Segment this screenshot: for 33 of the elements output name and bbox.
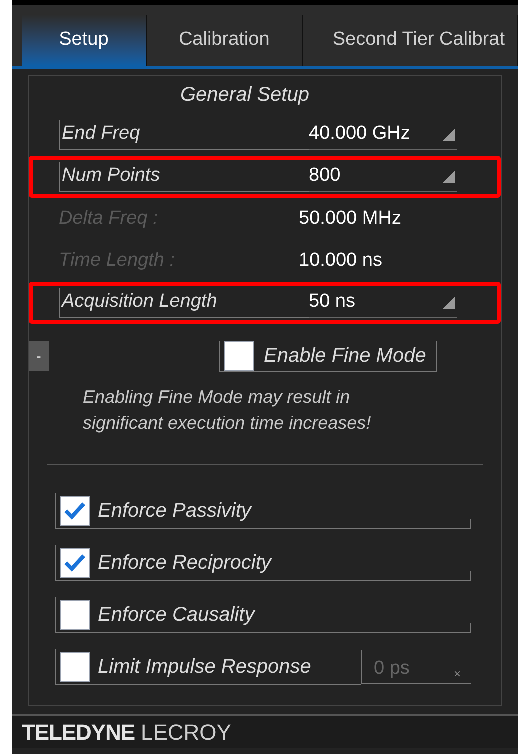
- clear-button[interactable]: ×: [454, 665, 462, 683]
- checkbox-label: Enforce Causality: [98, 602, 255, 628]
- checkmark-icon: [64, 552, 86, 572]
- checkbox[interactable]: [60, 600, 90, 630]
- brand-name: TELEDYNE: [22, 718, 135, 746]
- impulse-input-field[interactable]: 0 ps ×: [361, 650, 471, 684]
- corner-triangle-icon: [443, 170, 455, 182]
- panel-title: General Setup: [180, 83, 310, 108]
- checkmark-icon: [64, 500, 86, 520]
- checkbox-label: Limit Impulse Response: [98, 654, 312, 680]
- checkbox[interactable]: [60, 496, 90, 526]
- brand-name: LECROY: [140, 718, 232, 746]
- value-dropdown[interactable]: 40.000 GHz: [309, 120, 457, 150]
- checkbox-label: Enforce Reciprocity: [98, 550, 272, 576]
- checkbox-label: Enforce Passivity: [98, 498, 252, 524]
- tab[interactable]: Second Tier Calibrat: [302, 15, 518, 66]
- checkbox-label: Enable Fine Mode: [264, 344, 426, 368]
- field-value: 50.000 MHz: [299, 206, 402, 231]
- field-label: End Freq: [59, 120, 309, 150]
- checkbox[interactable]: [60, 652, 90, 682]
- tab[interactable]: Setup: [22, 15, 147, 66]
- corner-triangle-icon: [443, 296, 455, 308]
- tab[interactable]: Calibration: [146, 15, 303, 66]
- collapse-button[interactable]: -: [29, 341, 49, 371]
- value-dropdown[interactable]: 800: [309, 162, 457, 192]
- checkbox[interactable]: [224, 340, 254, 370]
- checkbox[interactable]: [60, 548, 90, 578]
- corner-triangle-icon: [443, 128, 455, 140]
- field-value: 10.000 ns: [299, 248, 382, 273]
- field-label: Num Points: [59, 162, 309, 192]
- field-label: Acquisition Length: [59, 288, 309, 318]
- warning-text: Enabling Fine Mode may result in significant execution time increases!: [83, 386, 372, 435]
- value-dropdown[interactable]: 50 ns: [309, 288, 457, 318]
